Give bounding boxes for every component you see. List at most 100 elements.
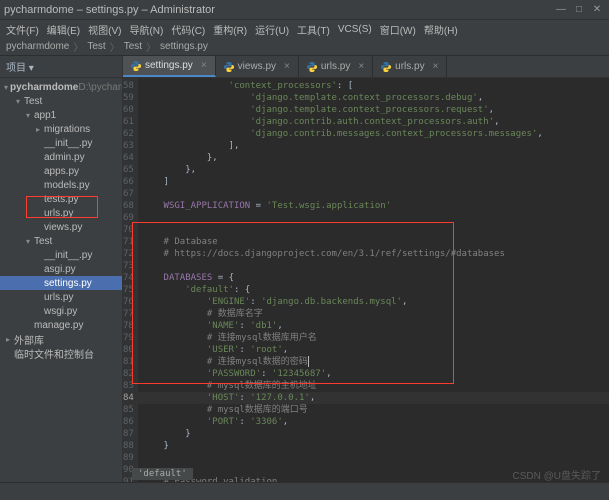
menu-item[interactable]: 重构(R) xyxy=(211,22,249,37)
tree-item[interactable]: ▾app1 xyxy=(0,108,122,122)
tree-item[interactable]: ▾Test xyxy=(0,94,122,108)
menu-item[interactable]: VCS(S) xyxy=(336,24,374,35)
code-line[interactable]: 'default': { xyxy=(138,284,609,296)
breadcrumb-item[interactable]: pycharmdome xyxy=(6,41,69,52)
menu-item[interactable]: 窗口(W) xyxy=(378,22,418,37)
code-line[interactable]: 'HOST': '127.0.0.1', xyxy=(138,392,609,404)
tree-label: 外部库 xyxy=(14,332,44,347)
tree-item[interactable]: asgi.py xyxy=(0,262,122,276)
code-line[interactable]: # 数据库名字 xyxy=(138,308,609,320)
close-tab-icon[interactable]: × xyxy=(433,61,439,72)
tree-arrow-icon[interactable]: ▾ xyxy=(24,111,32,120)
code-line[interactable] xyxy=(138,188,609,200)
tree-item[interactable]: admin.py xyxy=(0,150,122,164)
python-file-icon xyxy=(381,62,391,72)
tree-arrow-icon[interactable]: ▸ xyxy=(34,125,42,134)
code-line[interactable]: ], xyxy=(138,140,609,152)
tree-arrow-icon[interactable]: ▾ xyxy=(14,97,22,106)
tree-arrow-icon[interactable]: ▾ xyxy=(24,237,32,246)
code-line[interactable]: 'context_processors': [ xyxy=(138,80,609,92)
code-line[interactable]: # 连接mysql数据的密码 xyxy=(138,356,609,368)
tree-item[interactable]: settings.py xyxy=(0,276,122,290)
code-line[interactable]: 'NAME': 'db1', xyxy=(138,320,609,332)
maximize-icon[interactable]: □ xyxy=(571,3,587,17)
code-line[interactable]: ] xyxy=(138,176,609,188)
code-line[interactable]: # Database xyxy=(138,236,609,248)
code-line[interactable]: # mysql数据库的主机地址 xyxy=(138,380,609,392)
tree-item[interactable]: urls.py xyxy=(0,290,122,304)
project-header[interactable]: 项目 ▾ xyxy=(0,56,123,77)
close-tab-icon[interactable]: × xyxy=(201,60,207,71)
project-label: 项目 ▾ xyxy=(6,59,34,74)
code-line[interactable]: 'django.contrib.messages.context_process… xyxy=(138,128,609,140)
tree-item[interactable]: ▸外部库 xyxy=(0,332,122,346)
tree-item[interactable]: ▾Test xyxy=(0,234,122,248)
code-area[interactable]: 'context_processors': [ 'django.template… xyxy=(138,78,609,482)
editor-tab[interactable]: views.py× xyxy=(216,56,299,77)
code-line[interactable]: DATABASES = { xyxy=(138,272,609,284)
code-line[interactable]: } xyxy=(138,428,609,440)
breadcrumb-item[interactable]: Test xyxy=(124,41,142,52)
gutter: 5859606162636465666768697071727374757677… xyxy=(123,78,138,482)
code-line[interactable]: 'PASSWORD': '12345687', xyxy=(138,368,609,380)
menu-item[interactable]: 帮助(H) xyxy=(422,22,460,37)
menu-item[interactable]: 导航(N) xyxy=(127,22,165,37)
menu-item[interactable]: 运行(U) xyxy=(253,22,291,37)
close-icon[interactable]: ✕ xyxy=(589,3,605,17)
code-line[interactable]: 'ENGINE': 'django.db.backends.mysql', xyxy=(138,296,609,308)
tree-item[interactable]: ▾pycharmdome D:\pycharmdome xyxy=(0,80,122,94)
code-line[interactable]: 'USER': 'root', xyxy=(138,344,609,356)
menu-item[interactable]: 代码(C) xyxy=(169,22,207,37)
tree-item[interactable]: apps.py xyxy=(0,164,122,178)
tree-label: wsgi.py xyxy=(44,306,77,317)
code-line[interactable] xyxy=(138,452,609,464)
code-line[interactable]: # mysql数据库的端口号 xyxy=(138,404,609,416)
minimize-icon[interactable]: — xyxy=(553,3,569,17)
code-line[interactable]: # https://docs.djangoproject.com/en/3.1/… xyxy=(138,248,609,260)
tree-item[interactable]: __init__.py xyxy=(0,136,122,150)
tree-arrow-icon[interactable]: ▸ xyxy=(4,335,12,344)
code-line[interactable]: 'PORT': '3306', xyxy=(138,416,609,428)
breadcrumb-item[interactable]: Test xyxy=(87,41,105,52)
chevron-right-icon: 〉 xyxy=(146,39,156,54)
code-line[interactable]: 'django.template.context_processors.debu… xyxy=(138,92,609,104)
code-line[interactable]: 'django.contrib.auth.context_processors.… xyxy=(138,116,609,128)
editor-tab[interactable]: settings.py× xyxy=(123,56,216,77)
close-tab-icon[interactable]: × xyxy=(358,61,364,72)
editor-tab[interactable]: urls.py× xyxy=(299,56,373,77)
menu-item[interactable]: 工具(T) xyxy=(295,22,332,37)
tree-label: app1 xyxy=(34,110,56,121)
editor-tab[interactable]: urls.py× xyxy=(373,56,447,77)
code-line[interactable]: }, xyxy=(138,152,609,164)
code-line[interactable] xyxy=(138,224,609,236)
project-tree[interactable]: ▾pycharmdome D:\pycharmdome▾Test▾app1▸mi… xyxy=(0,78,123,482)
watermark: CSDN @U盘失踪了 xyxy=(513,467,602,482)
tree-item[interactable]: urls.py xyxy=(0,206,122,220)
code-line[interactable]: 'django.template.context_processors.requ… xyxy=(138,104,609,116)
code-line[interactable] xyxy=(138,260,609,272)
menu-item[interactable]: 编辑(E) xyxy=(45,22,82,37)
tree-item[interactable]: ▸migrations xyxy=(0,122,122,136)
menu-item[interactable]: 视图(V) xyxy=(86,22,123,37)
close-tab-icon[interactable]: × xyxy=(284,61,290,72)
code-line[interactable]: } xyxy=(138,440,609,452)
tree-item[interactable]: __init__.py xyxy=(0,248,122,262)
menu-bar: 文件(F) 编辑(E) 视图(V) 导航(N) 代码(C) 重构(R) 运行(U) 工具(T)… xyxy=(0,20,609,38)
code-line[interactable]: WSGI_APPLICATION = 'Test.wsgi.applicatio… xyxy=(138,200,609,212)
tree-label: __init__.py xyxy=(44,138,92,149)
breadcrumb-item[interactable]: settings.py xyxy=(160,41,208,52)
tree-label: manage.py xyxy=(34,320,83,331)
code-line[interactable]: }, xyxy=(138,164,609,176)
tree-item[interactable]: tests.py xyxy=(0,192,122,206)
tree-item[interactable]: 临时文件和控制台 xyxy=(0,346,122,360)
menu-item[interactable]: 文件(F) xyxy=(4,22,41,37)
code-editor[interactable]: 5859606162636465666768697071727374757677… xyxy=(123,78,609,482)
tree-item[interactable]: models.py xyxy=(0,178,122,192)
code-line[interactable] xyxy=(138,212,609,224)
code-line[interactable]: # 连接mysql数据库用户名 xyxy=(138,332,609,344)
tree-arrow-icon[interactable]: ▾ xyxy=(4,83,8,92)
window-title: pycharmdome – settings.py – Administrato… xyxy=(4,4,215,16)
tree-item[interactable]: views.py xyxy=(0,220,122,234)
tree-item[interactable]: wsgi.py xyxy=(0,304,122,318)
tree-item[interactable]: manage.py xyxy=(0,318,122,332)
